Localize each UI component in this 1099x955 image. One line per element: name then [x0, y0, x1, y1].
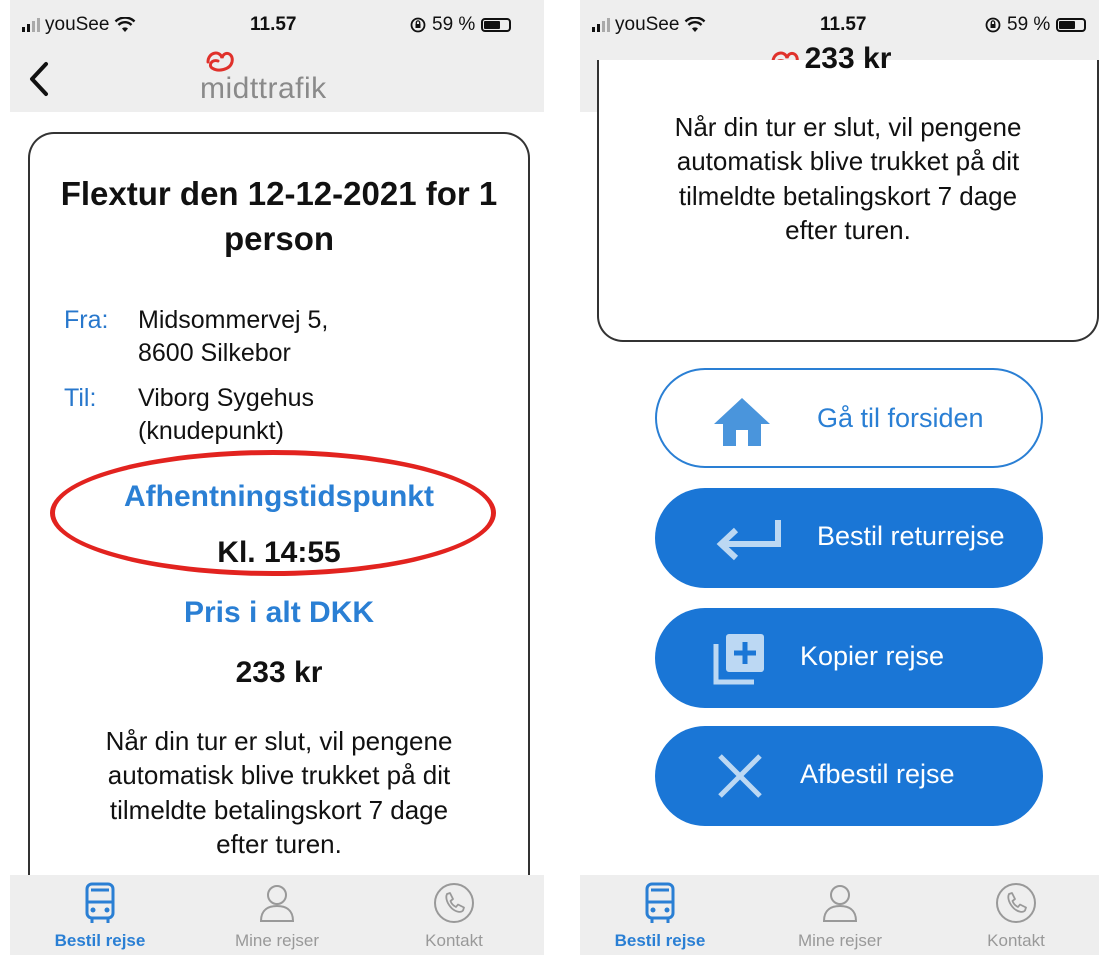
to-address: Viborg Sygehus (knudepunkt) [138, 382, 314, 447]
status-bar: youSee 11.57 59 % [580, 0, 1099, 46]
confirmation-card-scrolled: 233 kr Når din tur er slut, vil pengene … [597, 42, 1099, 342]
price-value: 233 kr [235, 656, 323, 689]
price-label: Pris i alt DKK [183, 596, 375, 629]
copy-add-icon [713, 634, 764, 685]
tab-bar: Bestil rejse Mine rejser Kontakt [580, 875, 1099, 955]
payment-note-line3: tilmeldte betalingskort 7 dage [109, 794, 449, 825]
payment-note-line4: efter turen. [216, 828, 342, 859]
battery-percent: 59 % [432, 14, 476, 35]
to-label: Til: [64, 384, 97, 412]
chevron-left-icon [30, 62, 48, 96]
tab-mine-rejser[interactable]: Mine rejser [197, 881, 357, 951]
from-label: Fra: [64, 306, 109, 334]
return-trip-label: Bestil returrejse [817, 521, 1005, 551]
status-carrier: youSee [592, 14, 706, 36]
signal-icon [22, 18, 40, 32]
tab-kontakt[interactable]: Kontakt [374, 881, 534, 951]
from-address-line2: 8600 Silkebor [138, 338, 291, 367]
return-arrow-icon [716, 520, 781, 561]
carrier-name: youSee [615, 14, 680, 35]
tab-mine-rejser[interactable]: Mine rejser [760, 881, 920, 951]
trip-title: Flextur den 12-12-2021 for 1 person [60, 175, 498, 257]
status-time: 11.57 [250, 14, 297, 35]
battery-icon [1056, 18, 1087, 32]
home-button-label: Gå til forsiden [817, 403, 984, 433]
tab-bar: Bestil rejse Mine rejser Kontakt [10, 875, 544, 955]
person-icon [822, 885, 858, 922]
midttrafik-logo: midttrafik [200, 46, 380, 112]
close-icon [718, 754, 762, 798]
status-right: 59 % [985, 14, 1087, 36]
home-button[interactable]: Gå til forsiden [655, 368, 1043, 468]
payment-note-line3: tilmeldte betalingskort 7 dage [678, 180, 1018, 211]
back-button[interactable] [20, 54, 60, 104]
wifi-icon [685, 17, 706, 32]
signal-icon [592, 18, 610, 32]
wifi-icon [115, 17, 136, 32]
battery-percent: 59 % [1007, 14, 1051, 35]
bus-icon [85, 882, 115, 923]
status-time: 11.57 [820, 14, 867, 35]
cancel-trip-button[interactable]: Afbestil rejse [655, 726, 1043, 826]
payment-note: Når din tur er slut, vil pengene automat… [619, 110, 1077, 247]
from-address-line1: Midsommervej 5, [138, 306, 329, 334]
tab-label: Bestil rejse [54, 931, 146, 950]
to-row: Til: Viborg Sygehus (knudepunkt) [64, 382, 314, 447]
status-carrier: youSee [22, 14, 136, 36]
payment-note-line2: automatisk blive trukket på dit [107, 760, 451, 791]
status-bar: youSee 11.57 59 % [10, 0, 544, 46]
from-row: Fra: Midsommervej 5, 8600 Silkebor [64, 304, 328, 369]
tab-kontakt[interactable]: Kontakt [936, 881, 1096, 951]
to-address-line2: (knudepunkt) [138, 416, 284, 445]
copy-trip-button[interactable]: Kopier rejse [655, 608, 1043, 708]
payment-note: Når din tur er slut, vil pengene automat… [50, 724, 508, 861]
tab-label: Kontakt [987, 931, 1045, 950]
from-address: Midsommervej 5, 8600 Silkebor [138, 304, 328, 369]
payment-note-line2: automatisk blive trukket på dit [676, 146, 1020, 177]
payment-note-line1: Når din tur er slut, vil pengene [674, 112, 1022, 142]
phone-screen-left: youSee 11.57 59 % midttrafik Flextur den… [10, 0, 544, 955]
nav-bar: midttrafik [10, 46, 544, 112]
cancel-trip-label: Afbestil rejse [800, 759, 955, 789]
tab-label: Kontakt [425, 931, 483, 950]
carrier-name: youSee [45, 14, 110, 35]
orientation-lock-icon [410, 17, 426, 33]
to-address-line1: Viborg Sygehus [138, 384, 315, 412]
phone-screen-right: youSee 11.57 59 % 233 kr Når din tur er … [580, 0, 1099, 955]
bus-icon [645, 882, 675, 923]
battery-icon [481, 18, 512, 32]
copy-trip-label: Kopier rejse [800, 641, 945, 671]
price-value: 233 kr [804, 42, 892, 75]
tab-label: Mine rejser [234, 931, 320, 950]
pickup-highlight-annotation [50, 450, 496, 576]
phone-icon [434, 883, 474, 923]
payment-note-line1: Når din tur er slut, vil pengene [105, 726, 453, 756]
tab-bestil-rejse[interactable]: Bestil rejse [580, 881, 740, 951]
status-right: 59 % [410, 14, 512, 36]
person-icon [259, 885, 295, 922]
tab-bestil-rejse[interactable]: Bestil rejse [20, 881, 180, 951]
payment-note-line4: efter turen. [785, 214, 911, 245]
logo-text: midttrafik [200, 72, 327, 105]
orientation-lock-icon [985, 17, 1001, 33]
home-icon [714, 398, 770, 446]
tab-label: Mine rejser [797, 931, 883, 950]
phone-icon [996, 883, 1036, 923]
tab-label: Bestil rejse [614, 931, 706, 950]
return-trip-button[interactable]: Bestil returrejse [655, 488, 1043, 588]
